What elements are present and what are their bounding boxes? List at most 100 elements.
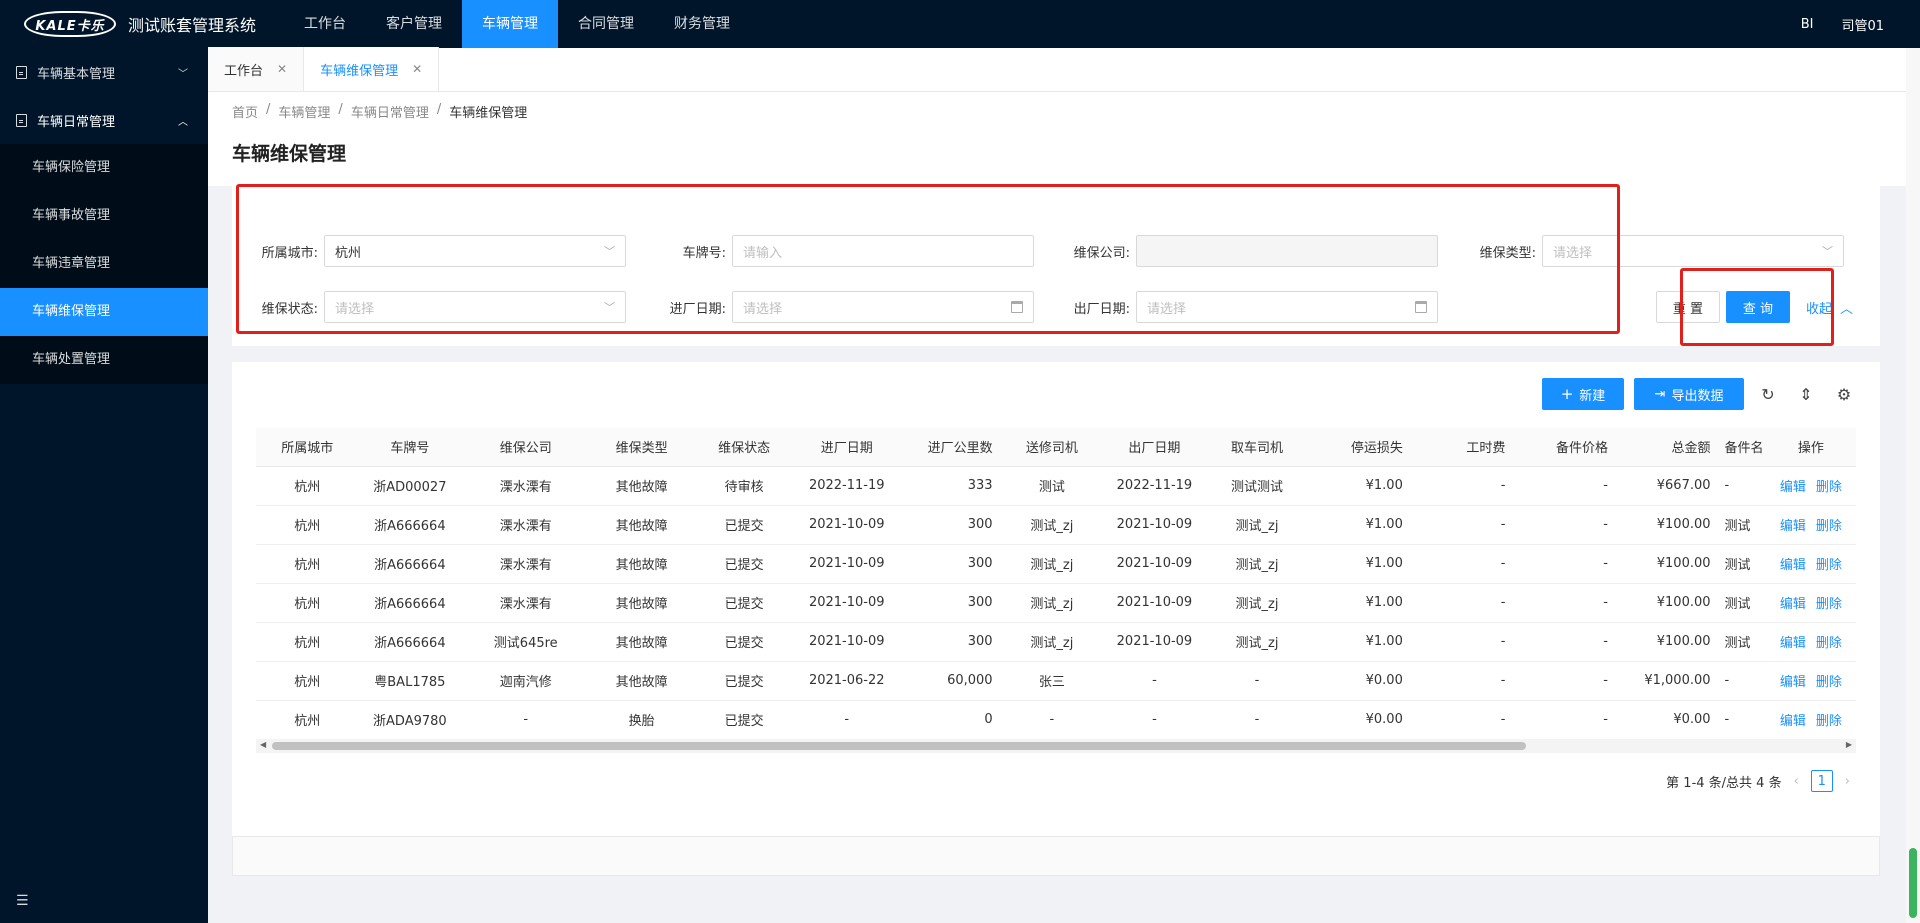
delete-link[interactable]: 删除 <box>1816 597 1842 612</box>
col-header[interactable]: 备件名 <box>1718 428 1766 467</box>
close-icon[interactable]: ✕ <box>412 62 422 76</box>
sidebar-group-vehicle-basic[interactable]: 车辆基本管理 ﹀ <box>0 48 208 96</box>
plate-input[interactable]: 请输入 <box>732 235 1034 267</box>
delete-link[interactable]: 删除 <box>1816 636 1842 651</box>
field-out-date: 出厂日期: 请选择 <box>1064 291 1438 323</box>
breadcrumb: 首页 / 车辆管理 / 车辆日常管理 / 车辆维保管理 <box>232 102 1896 121</box>
status-select[interactable]: 请选择 ﹀ <box>324 291 626 323</box>
table-cell: - <box>1513 661 1616 701</box>
close-icon[interactable]: ✕ <box>277 62 287 76</box>
col-header[interactable]: 停运损失 <box>1308 428 1411 467</box>
breadcrumb-daily[interactable]: 车辆日常管理 <box>351 102 429 121</box>
col-header[interactable]: 维保公司 <box>461 428 591 467</box>
scrollbar-thumb[interactable] <box>272 742 1526 750</box>
row-actions: 编辑 删除 <box>1765 583 1856 623</box>
top-right: BI 司管01 <box>1801 0 1884 48</box>
table-cell: 2021-10-09 <box>1103 583 1206 623</box>
delete-link[interactable]: 删除 <box>1816 714 1842 729</box>
page-button[interactable]: 1 <box>1810 770 1833 792</box>
table-cell: 其他故障 <box>590 466 693 506</box>
setting-icon[interactable]: ⚙ <box>1830 380 1858 408</box>
row-actions: 编辑 删除 <box>1765 544 1856 584</box>
in-date-picker[interactable]: 请选择 <box>732 291 1034 323</box>
company-input[interactable] <box>1136 235 1438 267</box>
delete-link[interactable]: 删除 <box>1816 480 1842 495</box>
breadcrumb-separator: / <box>338 102 343 117</box>
edit-link[interactable]: 编辑 <box>1780 519 1806 534</box>
sidebar-item-accident[interactable]: 车辆事故管理 <box>0 192 208 240</box>
export-icon: ⇥ <box>1654 386 1666 402</box>
add-button[interactable]: + 新建 <box>1542 378 1624 410</box>
out-date-picker[interactable]: 请选择 <box>1136 291 1438 323</box>
type-select[interactable]: 请选择 ﹀ <box>1542 235 1844 267</box>
col-header[interactable]: 总金额 <box>1615 428 1719 467</box>
col-header[interactable]: 进厂公里数 <box>898 428 1001 467</box>
reload-icon[interactable]: ↻ <box>1754 380 1782 408</box>
table-row: 杭州 浙ADA9780- 换胎 已提交 -0- - - ¥0.00- - ¥0.00- 编辑 删除 <box>256 700 1856 740</box>
sidebar-item-maintenance[interactable]: 车辆维保管理 <box>0 288 208 336</box>
table-cell: 2022-11-19 <box>1103 466 1206 506</box>
table-cell: 300 <box>898 622 1001 662</box>
top-nav-item-workbench[interactable]: 工作台 <box>284 0 366 48</box>
city-select[interactable]: 杭州 ﹀ <box>324 235 626 267</box>
delete-link[interactable]: 删除 <box>1816 558 1842 573</box>
page-scrollbar-thumb[interactable] <box>1909 848 1917 918</box>
edit-link[interactable]: 编辑 <box>1780 480 1806 495</box>
edit-link[interactable]: 编辑 <box>1780 597 1806 612</box>
breadcrumb-home[interactable]: 首页 <box>232 102 258 121</box>
edit-link[interactable]: 编辑 <box>1780 558 1806 573</box>
file-icon <box>16 113 27 127</box>
prev-page-icon[interactable]: ‹ <box>1794 774 1799 789</box>
breadcrumb-separator: / <box>266 102 271 117</box>
logo[interactable]: KALE卡乐 <box>0 0 128 48</box>
tab-workbench[interactable]: 工作台 ✕ <box>208 47 305 91</box>
tab-vehicle-maintenance[interactable]: 车辆维保管理 ✕ <box>304 47 440 91</box>
delete-link[interactable]: 删除 <box>1816 519 1842 534</box>
column-height-icon[interactable]: ⇕ <box>1792 380 1820 408</box>
sidebar-item-violation[interactable]: 车辆违章管理 <box>0 240 208 288</box>
top-nav-item-contracts[interactable]: 合同管理 <box>558 0 654 48</box>
delete-link[interactable]: 删除 <box>1816 675 1842 690</box>
col-header[interactable]: 送修司机 <box>1000 428 1104 467</box>
user-menu[interactable]: 司管01 <box>1841 15 1884 34</box>
edit-link[interactable]: 编辑 <box>1780 675 1806 690</box>
breadcrumb-vehicles[interactable]: 车辆管理 <box>278 102 330 121</box>
table-cell: 浙AD00027 <box>358 466 462 506</box>
query-button[interactable]: 查 询 <box>1726 291 1790 323</box>
out-date-placeholder: 请选择 <box>1147 301 1187 317</box>
col-header[interactable]: 取车司机 <box>1205 428 1309 467</box>
page-scrollbar[interactable] <box>1906 48 1920 923</box>
col-header[interactable]: 维保状态 <box>692 428 796 467</box>
bi-link[interactable]: BI <box>1801 17 1814 32</box>
edit-link[interactable]: 编辑 <box>1780 714 1806 729</box>
col-header[interactable]: 车牌号 <box>358 428 462 467</box>
export-button[interactable]: ⇥ 导出数据 <box>1634 378 1744 410</box>
reset-button[interactable]: 重 置 <box>1656 291 1720 323</box>
menu-fold-icon[interactable]: ☰ <box>16 893 29 909</box>
col-header[interactable]: 工时费 <box>1410 428 1514 467</box>
next-page-icon[interactable]: › <box>1845 774 1850 789</box>
table-cell: 2021-10-09 <box>795 622 899 662</box>
chevron-up-icon: ︿ <box>1840 302 1854 317</box>
table-cell: 浙A666664 <box>358 622 462 662</box>
col-header[interactable]: 备件价格 <box>1513 428 1616 467</box>
table-cell: 浙ADA9780 <box>358 700 462 740</box>
table-cell: 2021-10-09 <box>1103 505 1206 545</box>
table-cell: - <box>1513 466 1616 506</box>
scroll-left-arrow[interactable]: ◀ <box>260 740 266 749</box>
col-header[interactable]: 进厂日期 <box>795 428 899 467</box>
field-city: 所属城市: 杭州 ﹀ <box>258 235 626 267</box>
top-nav-item-customers[interactable]: 客户管理 <box>366 0 462 48</box>
horizontal-scrollbar[interactable]: ◀ ▶ <box>256 739 1856 753</box>
top-nav-item-finance[interactable]: 财务管理 <box>654 0 750 48</box>
sidebar-item-insurance[interactable]: 车辆保险管理 <box>0 144 208 192</box>
sidebar-item-disposal[interactable]: 车辆处置管理 <box>0 336 208 384</box>
scroll-right-arrow[interactable]: ▶ <box>1846 740 1852 749</box>
col-header[interactable]: 出厂日期 <box>1103 428 1206 467</box>
col-header[interactable]: 所属城市 <box>256 428 359 467</box>
sidebar-group-vehicle-daily[interactable]: 车辆日常管理 ︿ <box>0 96 208 144</box>
top-nav-item-vehicles[interactable]: 车辆管理 <box>462 0 559 48</box>
collapse-toggle[interactable]: 收起 ︿ <box>1806 298 1853 317</box>
col-header[interactable]: 维保类型 <box>590 428 693 467</box>
edit-link[interactable]: 编辑 <box>1780 636 1806 651</box>
